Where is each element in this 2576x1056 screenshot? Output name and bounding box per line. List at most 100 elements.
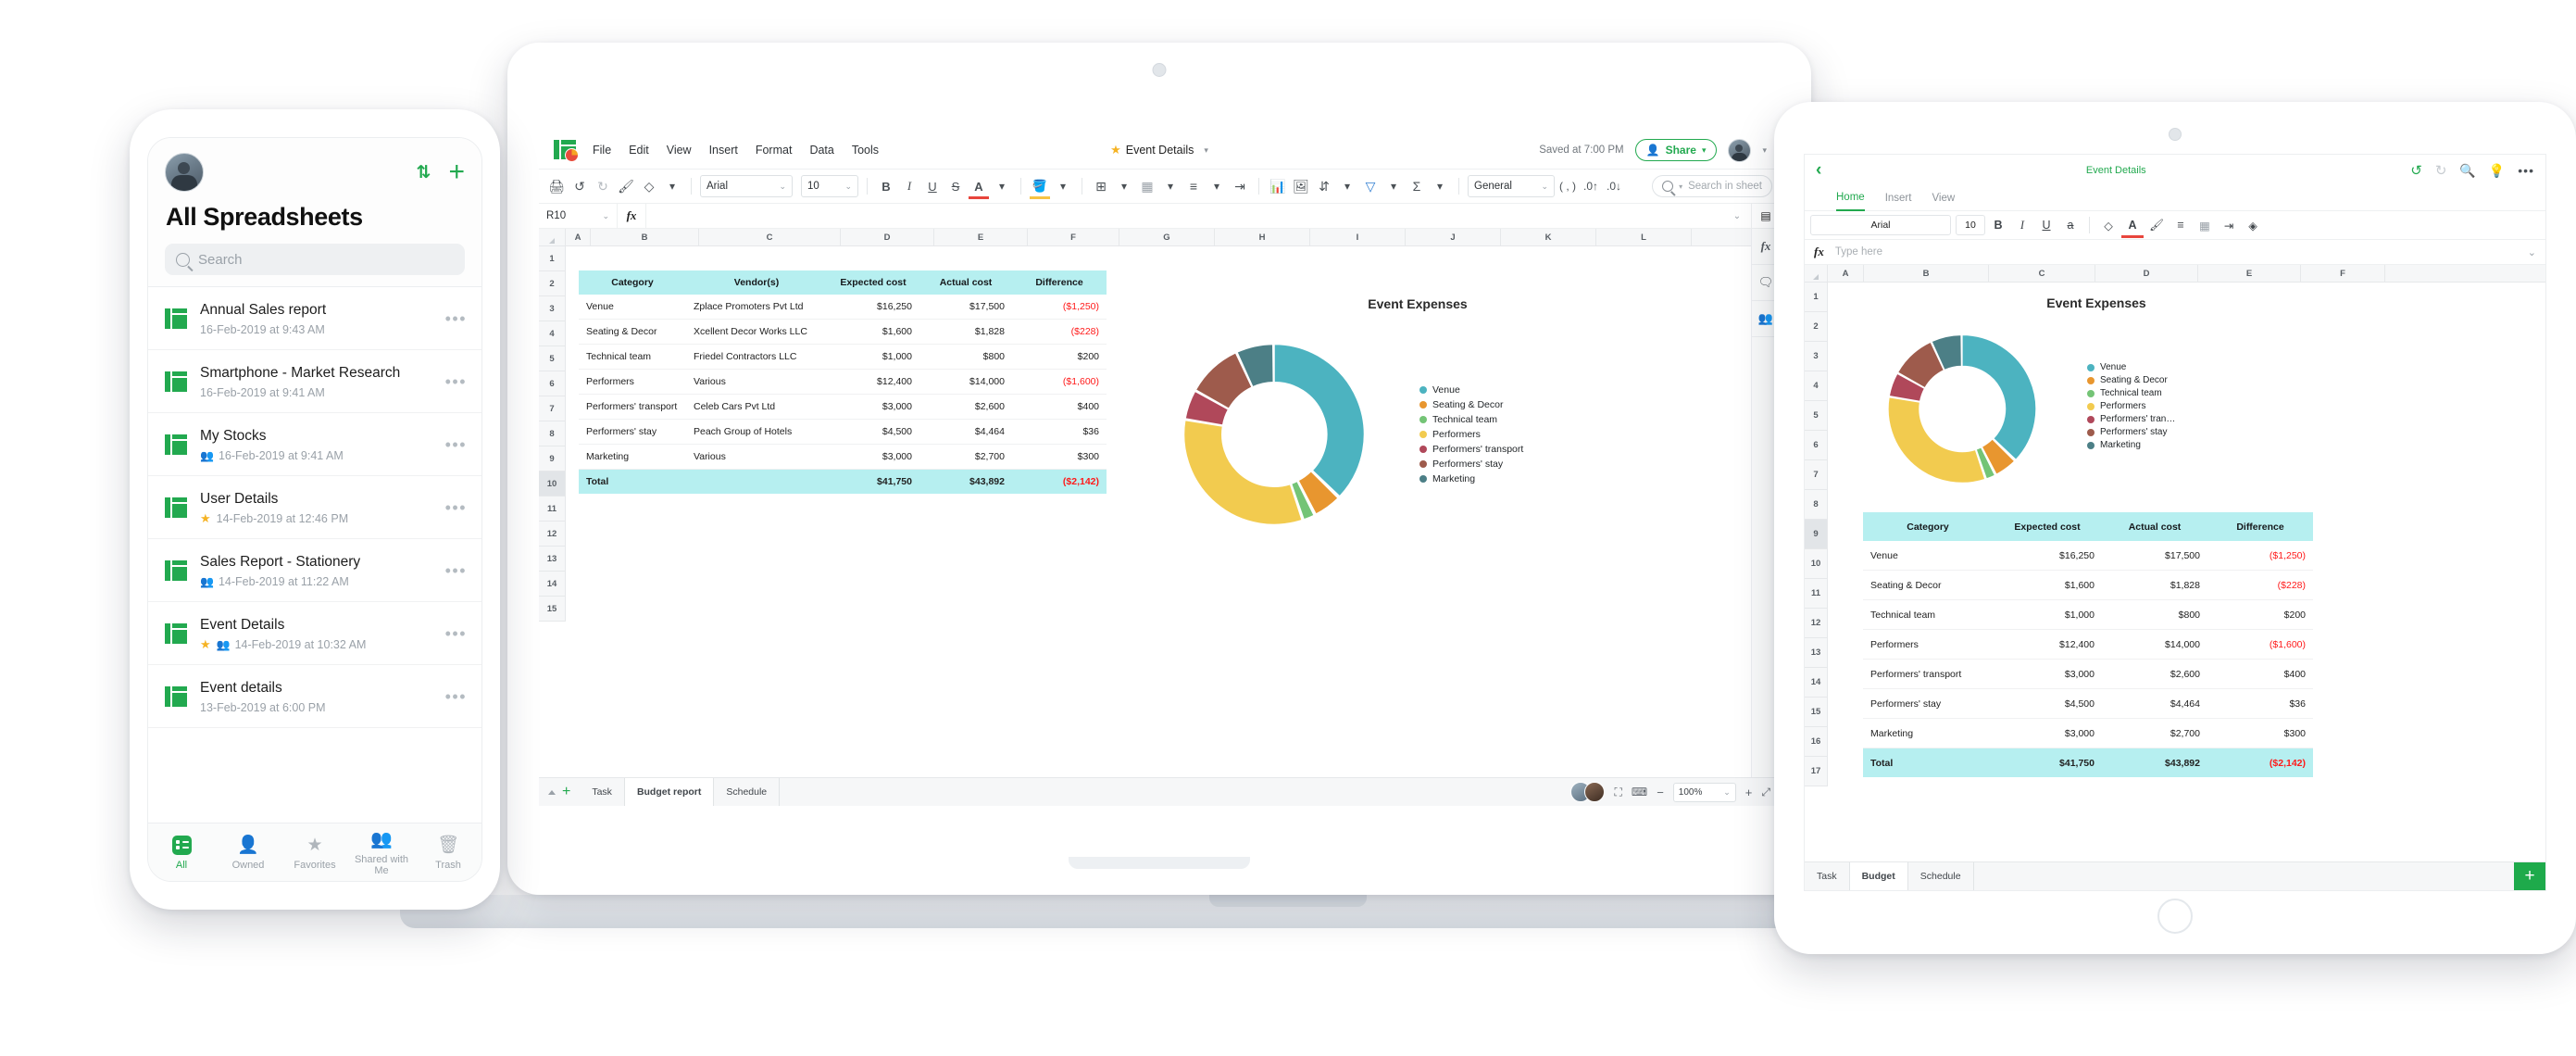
tablet-cell-area[interactable]: Event Expenses Venue Seating & Decor Tec… xyxy=(1828,283,2545,786)
row-header[interactable]: 5 xyxy=(539,346,565,371)
column-header-b[interactable]: B xyxy=(1864,265,1989,282)
row-header[interactable]: 4 xyxy=(539,321,565,346)
chart-icon[interactable]: 📊 xyxy=(1268,176,1288,196)
sheet-tab-budget-report[interactable]: Budget report xyxy=(624,778,715,806)
text-color-chevron-down-icon[interactable]: ▾ xyxy=(992,176,1012,196)
sort-icon[interactable]: ⇵ xyxy=(1314,176,1334,196)
column-header-d[interactable]: D xyxy=(841,229,934,245)
clear-format-icon[interactable]: ◈ xyxy=(2242,215,2264,235)
row-header[interactable]: 12 xyxy=(539,522,565,547)
column-header-j[interactable]: J xyxy=(1406,229,1501,245)
menu-tools[interactable]: Tools xyxy=(852,144,879,157)
plus-icon[interactable]: + xyxy=(448,158,465,186)
undo-icon[interactable]: ↺ xyxy=(2410,162,2422,179)
paint-format-icon[interactable]: 🖌 xyxy=(2145,215,2168,235)
column-header-i[interactable]: I xyxy=(1310,229,1406,245)
row-header[interactable]: 3 xyxy=(539,296,565,321)
table-total-row[interactable]: Total $41,750 $43,892 ($2,142) xyxy=(579,469,1107,494)
list-item[interactable]: Event Details ★ 👥 14-Feb-2019 at 10:32 AM … xyxy=(148,602,481,665)
table-total-row[interactable]: Total $41,750 $43,892 ($2,142) xyxy=(1863,748,2313,777)
bold-icon[interactable]: B xyxy=(1987,215,2009,235)
more-icon[interactable]: ••• xyxy=(445,499,467,516)
text-color-icon[interactable]: A xyxy=(969,176,989,199)
sort-icon[interactable]: ⇅ xyxy=(417,162,431,183)
font-family-select[interactable]: Arial ⌄ xyxy=(700,175,793,197)
row-header[interactable]: 6 xyxy=(1805,431,1827,460)
bulb-icon[interactable]: 💡 xyxy=(2489,163,2505,179)
fill-color-chevron-down-icon[interactable]: ▾ xyxy=(1053,176,1073,196)
sort-chevron-down-icon[interactable]: ▾ xyxy=(1337,176,1357,196)
row-header[interactable]: 1 xyxy=(1805,283,1827,312)
add-sheet-button[interactable]: + xyxy=(2514,862,2545,890)
redo-icon[interactable]: ↻ xyxy=(2435,162,2447,179)
sheet-tab-schedule[interactable]: Schedule xyxy=(714,778,781,806)
column-header-c[interactable]: C xyxy=(699,229,841,245)
avatar[interactable] xyxy=(1584,782,1606,802)
filter-icon[interactable]: ▽ xyxy=(1360,176,1381,196)
row-header[interactable]: 11 xyxy=(539,497,565,522)
zoom-select[interactable]: 100% ⌄ xyxy=(1672,782,1736,802)
eraser-chevron-down-icon[interactable]: ▾ xyxy=(662,176,682,196)
list-item[interactable]: Annual Sales report 16-Feb-2019 at 9:43 … xyxy=(148,287,481,350)
search-in-sheet-input[interactable]: ▾ Search in sheet xyxy=(1652,175,1772,197)
bold-icon[interactable]: B xyxy=(876,176,896,196)
column-header-a[interactable]: A xyxy=(566,229,591,245)
menu-format[interactable]: Format xyxy=(756,144,793,157)
merge-cells-icon[interactable]: ▦ xyxy=(1137,176,1157,196)
event-expenses-chart-laptop[interactable]: Event Expenses Venue Seating & Decor Tec… xyxy=(1131,283,1705,589)
ribbon-tab-home[interactable]: Home xyxy=(1836,185,1865,211)
wrap-text-icon[interactable]: ⇥ xyxy=(2218,215,2240,235)
formula-input-placeholder[interactable]: Type here xyxy=(1835,246,2517,258)
sheet-tab-task[interactable]: Task xyxy=(580,778,625,806)
laptop-cell-area[interactable]: Category Vendor(s) Expected cost Actual … xyxy=(566,246,1751,622)
row-header[interactable]: 2 xyxy=(1805,312,1827,342)
list-item[interactable]: Smartphone - Market Research 16-Feb-2019… xyxy=(148,350,481,413)
tab-favorites[interactable]: ★ Favorites xyxy=(281,835,348,871)
column-header-e[interactable]: E xyxy=(934,229,1028,245)
zoom-in-icon[interactable]: + xyxy=(1745,786,1753,799)
fullscreen-icon[interactable]: ⤢ xyxy=(1761,786,1770,799)
tab-all[interactable]: All xyxy=(148,835,215,871)
table-row[interactable]: Performers' stay $4,500 $4,464 $36 xyxy=(1863,688,2313,719)
borders-chevron-down-icon[interactable]: ▾ xyxy=(1114,176,1134,196)
more-icon[interactable]: ••• xyxy=(445,562,467,579)
row-header[interactable]: 7 xyxy=(539,396,565,421)
font-size-select[interactable]: 10 xyxy=(1956,215,1985,235)
column-header-e[interactable]: E xyxy=(2198,265,2301,282)
list-item[interactable]: Event details 13-Feb-2019 at 6:00 PM ••• xyxy=(148,665,481,728)
list-item[interactable]: Sales Report - Stationery 👥 14-Feb-2019 a… xyxy=(148,539,481,602)
strikethrough-icon[interactable]: S xyxy=(945,176,966,196)
column-header-d[interactable]: D xyxy=(2095,265,2198,282)
row-header[interactable]: 14 xyxy=(539,572,565,597)
more-icon[interactable]: ••• xyxy=(445,373,467,390)
row-header[interactable]: 8 xyxy=(539,421,565,446)
table-row[interactable]: Venue Zplace Promoters Pvt Ltd $16,250 $… xyxy=(579,295,1107,320)
user-avatar[interactable] xyxy=(1728,138,1752,162)
select-all-corner[interactable] xyxy=(1805,265,1828,282)
eraser-icon[interactable]: ◇ xyxy=(639,176,659,196)
favorite-star-icon[interactable]: ★ xyxy=(1110,143,1121,157)
wrap-text-icon[interactable]: ⇥ xyxy=(1230,176,1250,196)
redo-icon[interactable]: ↻ xyxy=(593,176,613,196)
italic-icon[interactable]: I xyxy=(899,176,919,196)
borders-icon[interactable]: ▦ xyxy=(2194,215,2216,235)
row-header-active[interactable]: 10 xyxy=(539,471,565,497)
more-icon[interactable]: ••• xyxy=(445,625,467,642)
table-row[interactable]: Seating & Decor $1,600 $1,828 ($228) xyxy=(1863,570,2313,600)
row-header[interactable]: 1 xyxy=(539,246,565,271)
table-row[interactable]: Technical team $1,000 $800 $200 xyxy=(1863,599,2313,630)
align-chevron-down-icon[interactable]: ▾ xyxy=(1207,176,1227,196)
align-icon[interactable]: ≡ xyxy=(2170,215,2192,235)
row-header[interactable]: 2 xyxy=(539,271,565,296)
menu-edit[interactable]: Edit xyxy=(629,144,649,157)
sum-icon[interactable]: Σ xyxy=(1407,176,1427,196)
select-all-corner[interactable] xyxy=(539,229,566,245)
font-family-select[interactable]: Arial xyxy=(1810,215,1951,235)
row-header-active[interactable]: 9 xyxy=(1805,520,1827,549)
table-row[interactable]: Technical team Friedel Contractors LLC $… xyxy=(579,344,1107,370)
list-item[interactable]: User Details ★ 14-Feb-2019 at 12:46 PM ••… xyxy=(148,476,481,539)
column-header-h[interactable]: H xyxy=(1215,229,1310,245)
collaborator-avatars[interactable] xyxy=(1570,782,1606,802)
table-row[interactable]: Seating & Decor Xcellent Decor Works LLC… xyxy=(579,319,1107,345)
row-header[interactable]: 3 xyxy=(1805,342,1827,371)
